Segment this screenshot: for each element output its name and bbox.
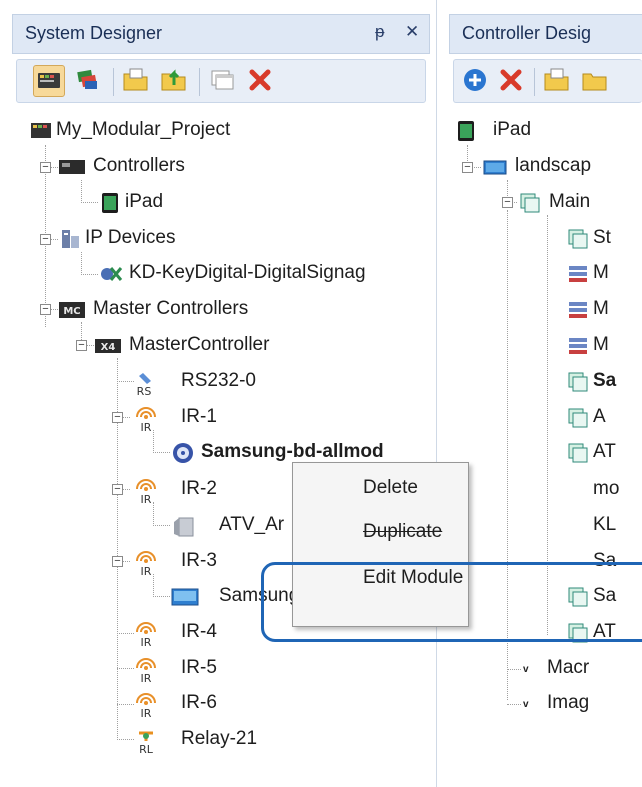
- delete-icon[interactable]: [496, 65, 528, 97]
- controller-designer-toolbar: [453, 59, 642, 103]
- collapse-toggle[interactable]: −: [112, 556, 123, 567]
- panel-title: System Designer: [25, 23, 163, 43]
- system-designer-panel: System Designer ᵽ ✕ − − − − − − − My_Mod…: [0, 0, 437, 787]
- stack-icon: [567, 263, 589, 285]
- collapse-toggle[interactable]: −: [76, 340, 87, 351]
- controller-designer-header: Controller Desig: [449, 14, 642, 54]
- svg-text:IR: IR: [141, 636, 152, 648]
- ipad-icon: [455, 120, 477, 142]
- svg-text:RS: RS: [137, 385, 152, 397]
- open-folder-icon[interactable]: [542, 65, 574, 97]
- ir-port-icon: IR: [135, 407, 157, 434]
- svg-text:IR: IR: [141, 565, 152, 577]
- export-folder-icon[interactable]: [580, 65, 612, 97]
- x4-controller-icon: X4: [95, 335, 121, 357]
- open-folder-icon[interactable]: [121, 65, 153, 97]
- page-icon: [567, 442, 589, 464]
- collapse-toggle[interactable]: −: [462, 162, 473, 173]
- collapse-toggle[interactable]: −: [112, 412, 123, 423]
- system-designer-header: System Designer ᵽ ✕: [12, 14, 430, 54]
- system-tree: − − − − − − − My_Modular_Project Control…: [0, 110, 436, 787]
- add-icon[interactable]: [460, 65, 492, 97]
- ipad-icon: [99, 192, 121, 214]
- svg-text:RL: RL: [139, 743, 154, 755]
- collapse-toggle[interactable]: −: [40, 304, 51, 315]
- apple-tv-icon: [171, 515, 194, 537]
- svg-text:MC: MC: [63, 306, 80, 317]
- collapse-toggle[interactable]: −: [40, 162, 51, 173]
- svg-text:IR: IR: [141, 493, 152, 505]
- page-icon: [519, 192, 541, 214]
- menu-item-delete[interactable]: Delete: [363, 477, 418, 499]
- context-menu: Delete Duplicate Edit Module: [292, 462, 469, 627]
- image-icon: v: [523, 699, 529, 710]
- stack-icon: [567, 299, 589, 321]
- ip-devices-icon: [59, 228, 81, 250]
- bluray-module-icon: [171, 442, 193, 464]
- ir-port-icon: IR: [135, 693, 157, 720]
- ir-port-icon: IR: [135, 658, 157, 685]
- ir-port-icon: IR: [135, 551, 157, 578]
- export-folder-icon[interactable]: [159, 65, 191, 97]
- pin-icon[interactable]: ᵽ: [375, 22, 384, 42]
- windows-icon[interactable]: [207, 65, 239, 97]
- modules-icon[interactable]: [73, 65, 105, 97]
- stack-icon: [567, 335, 589, 357]
- menu-item-duplicate[interactable]: Duplicate: [363, 521, 442, 543]
- system-designer-toolbar: [16, 59, 426, 103]
- panel-title: Controller Desig: [462, 23, 592, 43]
- svg-text:IR: IR: [141, 672, 152, 684]
- svg-text:IR: IR: [141, 707, 152, 719]
- controllers-icon: [59, 156, 85, 178]
- collapse-toggle[interactable]: −: [112, 484, 123, 495]
- page-icon: [567, 407, 589, 429]
- landscape-icon: [483, 156, 507, 178]
- relay-port-icon: RL: [135, 729, 157, 756]
- ir-port-icon: IR: [135, 622, 157, 649]
- rs232-port-icon: RS: [135, 371, 157, 398]
- system-view-icon[interactable]: [33, 65, 65, 97]
- macro-icon: v: [523, 664, 529, 675]
- kd-device-icon: [99, 263, 123, 285]
- collapse-toggle[interactable]: −: [502, 197, 513, 208]
- collapse-toggle[interactable]: −: [40, 234, 51, 245]
- page-icon: [567, 586, 589, 608]
- controller-designer-panel: Controller Desig − − iPad landscap Main …: [437, 0, 642, 787]
- tv-module-icon: [171, 586, 199, 608]
- close-icon[interactable]: ✕: [405, 22, 419, 42]
- mc-icon: MC: [59, 299, 85, 321]
- page-icon: [567, 622, 589, 644]
- menu-item-edit-module[interactable]: Edit Module: [363, 567, 463, 589]
- page-icon: [567, 228, 589, 250]
- project-icon: [30, 120, 52, 142]
- svg-text:X4: X4: [101, 342, 116, 353]
- page-icon: [567, 371, 589, 393]
- controller-tree: − − iPad landscap Main St M M M Sa A AT …: [437, 110, 642, 787]
- svg-text:IR: IR: [141, 421, 152, 433]
- ir-port-icon: IR: [135, 479, 157, 506]
- delete-icon[interactable]: [245, 65, 277, 97]
